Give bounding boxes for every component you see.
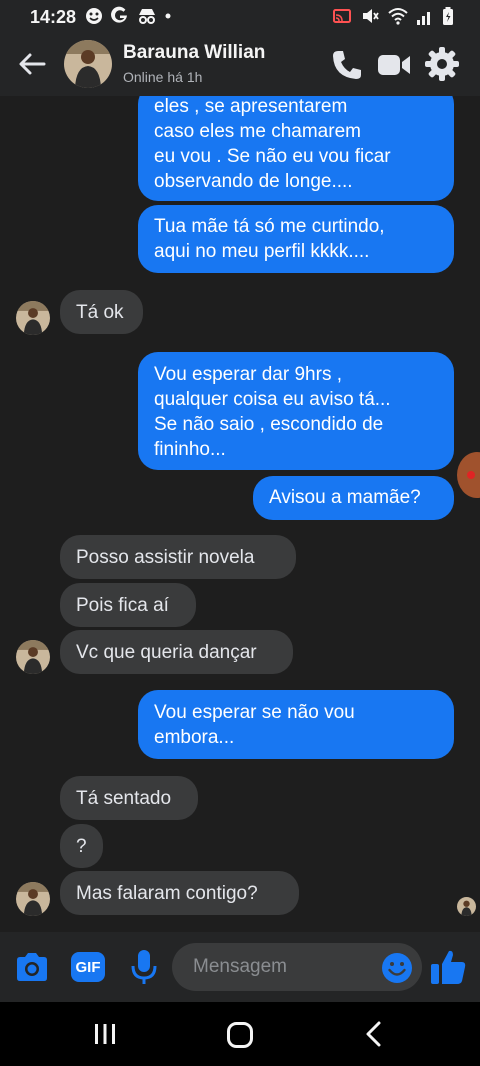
notification-dot: [467, 471, 475, 479]
message-text: Avisou a mamãe?: [269, 487, 421, 508]
video-camera-icon[interactable]: [376, 48, 412, 82]
incoming-message[interactable]: Mas falaram contigo?: [60, 871, 299, 915]
message-text: Mas falaram contigo?: [76, 882, 258, 904]
phone-icon[interactable]: [330, 48, 364, 82]
contact-avatar-small[interactable]: [16, 882, 50, 916]
contact-avatar-small[interactable]: [16, 301, 50, 335]
message-text: Vou esperar se não vou embora...: [154, 702, 355, 748]
gif-button[interactable]: GIF: [71, 952, 105, 982]
outgoing-message[interactable]: Vou esperar dar 9hrs , qualquer coisa eu…: [138, 352, 454, 470]
wifi-icon: [388, 8, 408, 25]
back-nav-icon[interactable]: [362, 1020, 386, 1048]
incoming-message[interactable]: Tá sentado: [60, 776, 198, 820]
status-time: 14:28: [30, 7, 77, 27]
chat-header: Barauna Willian Online há 1h: [0, 34, 480, 96]
message-text: Tá ok: [76, 301, 124, 323]
camera-icon[interactable]: [14, 950, 50, 984]
message-text: eles , se apresentarem caso eles me cham…: [154, 96, 391, 192]
incognito-icon: [139, 9, 155, 24]
message-text: Vc que queria dançar: [76, 641, 257, 663]
message-text: Pois fica aí: [76, 594, 169, 616]
recent-apps-icon[interactable]: [92, 1022, 118, 1046]
face-icon: [86, 8, 102, 24]
message-text: Vou esperar dar 9hrs , qualquer coisa eu…: [154, 364, 391, 460]
system-navigation-bar: [0, 1002, 480, 1066]
back-arrow-icon[interactable]: [16, 48, 48, 80]
message-text: Tá sentado: [76, 787, 172, 809]
mute-icon: [363, 9, 379, 23]
incoming-message[interactable]: Pois fica aí: [60, 583, 196, 627]
thumbs-up-icon[interactable]: [428, 947, 468, 987]
gear-icon[interactable]: [424, 46, 460, 82]
message-text: Tua mãe tá só me curtindo, aqui no meu p…: [154, 216, 385, 262]
message-composer: GIF: [0, 932, 480, 1002]
outgoing-message[interactable]: Tua mãe tá só me curtindo, aqui no meu p…: [138, 205, 454, 273]
status-bar: 14:28: [0, 0, 480, 34]
emoji-icon[interactable]: [381, 952, 413, 984]
message-text: Posso assistir novela: [76, 546, 255, 568]
contact-name[interactable]: Barauna Willian: [123, 42, 265, 64]
incoming-message[interactable]: Tá ok: [60, 290, 143, 334]
battery-icon: [443, 7, 453, 25]
signal-icon: [417, 12, 430, 25]
incoming-message[interactable]: Vc que queria dançar: [60, 630, 293, 674]
google-icon: [111, 6, 127, 23]
outgoing-message[interactable]: Avisou a mamãe?: [253, 476, 454, 520]
home-icon[interactable]: [226, 1021, 254, 1049]
contact-avatar[interactable]: [64, 40, 112, 88]
microphone-icon[interactable]: [128, 948, 160, 986]
outgoing-message[interactable]: Vou esperar se não vou embora...: [138, 690, 454, 759]
incoming-message[interactable]: ?: [60, 824, 103, 868]
dot-icon: [165, 13, 171, 19]
message-list[interactable]: eles , se apresentarem caso eles me cham…: [0, 96, 480, 932]
contact-status: Online há 1h: [123, 69, 203, 85]
status-notification-icons: [84, 6, 172, 26]
contact-avatar-small[interactable]: [16, 640, 50, 674]
incoming-message[interactable]: Posso assistir novela: [60, 535, 296, 579]
cast-icon: [333, 9, 351, 23]
message-text: ?: [76, 835, 87, 857]
chat-head-bubble[interactable]: [457, 452, 480, 498]
seen-receipt-avatar: [457, 897, 476, 916]
status-system-icons: [332, 6, 454, 26]
outgoing-message[interactable]: eles , se apresentarem caso eles me cham…: [138, 96, 454, 201]
